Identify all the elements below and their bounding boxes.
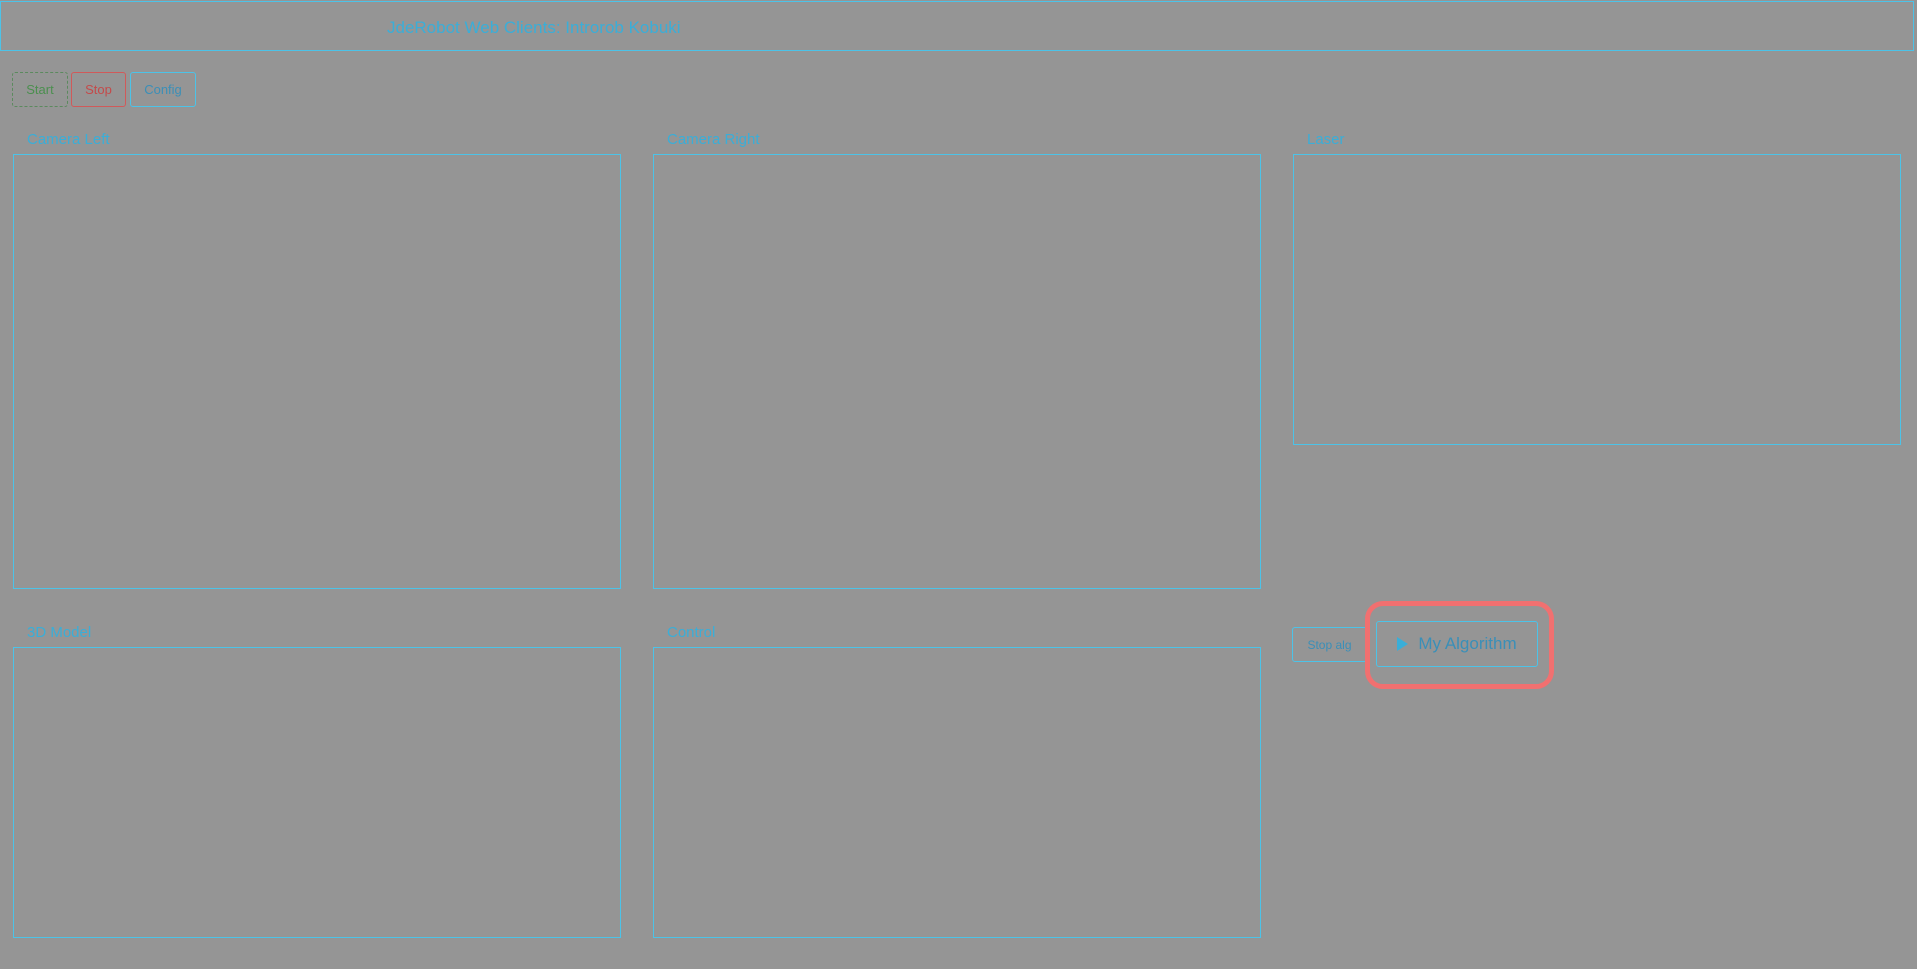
camera-left-label: Camera Left bbox=[27, 131, 110, 148]
model-3d-label: 3D Model bbox=[27, 624, 92, 641]
my-algorithm-button[interactable]: My Algorithm bbox=[1376, 621, 1538, 667]
camera-right-label: Camera Right bbox=[667, 131, 760, 148]
control-label: Control bbox=[667, 624, 716, 641]
camera-left-panel bbox=[13, 154, 621, 589]
page-title: JdeRobot Web Clients: Introrob Kobuki bbox=[387, 18, 681, 37]
laser-label: Laser bbox=[1307, 131, 1345, 148]
camera-right-panel bbox=[653, 154, 1261, 589]
laser-panel bbox=[1293, 154, 1901, 445]
start-button[interactable]: Start bbox=[12, 72, 68, 107]
stop-algorithm-button[interactable]: Stop alg bbox=[1292, 627, 1367, 662]
model-3d-panel bbox=[13, 647, 621, 938]
control-panel[interactable] bbox=[653, 647, 1261, 938]
play-icon bbox=[1397, 637, 1409, 651]
header-bar: JdeRobot Web Clients: Introrob Kobuki bbox=[0, 1, 1914, 51]
my-algorithm-label: My Algorithm bbox=[1418, 634, 1517, 653]
config-button[interactable]: Config bbox=[130, 72, 196, 107]
stop-button[interactable]: Stop bbox=[71, 72, 126, 107]
